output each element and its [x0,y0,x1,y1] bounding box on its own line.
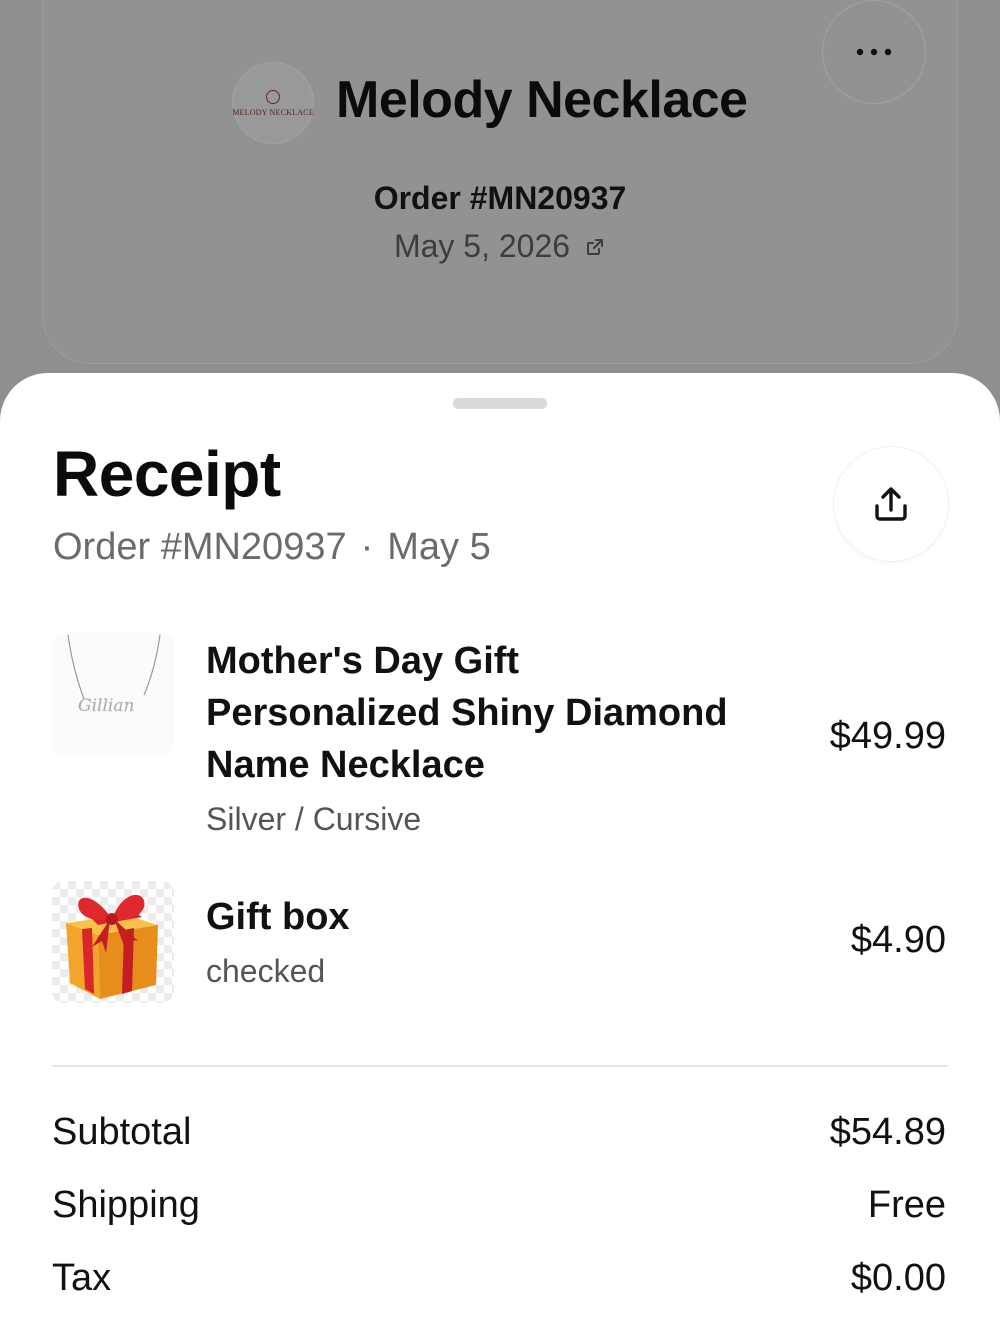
more-options-button[interactable] [822,0,926,104]
receipt-title: Receipt [53,438,281,510]
engraving-text: Gillian [78,696,134,716]
order-date-link[interactable]: May 5, 2026 [0,228,1000,265]
sheet-grabber[interactable] [453,398,547,409]
item-name: Mother's Day Gift Personalized Shiny Dia… [206,635,766,791]
receipt-date: May 5 [387,526,491,568]
tax-row: Tax $0.00 [52,1257,946,1300]
line-item[interactable]: Gillian Mother's Day Gift Personalized S… [0,633,1000,837]
shipping-value: Free [867,1184,946,1226]
store-logo: MELODY NECKLACE [232,62,314,144]
share-button[interactable] [834,447,948,561]
necklace-thumbnail: Gillian [52,633,174,755]
store-name: Melody Necklace [336,71,748,129]
item-name-line: Personalized Shiny Diamond [206,692,728,734]
item-price: $4.90 [850,919,946,961]
subtotal-row: Subtotal $54.89 [52,1111,946,1154]
more-horizontal-icon [856,48,892,56]
order-date: May 5, 2026 [393,228,571,264]
order-number: Order #MN20937 [373,180,627,216]
item-name-line: Name Necklace [206,744,485,786]
receipt-sheet: Receipt Order #MN20937 · May 5 Gillian Mot… [0,373,1000,1333]
shipping-row: Shipping Free [52,1184,946,1227]
separator-dot: · [360,526,374,568]
item-name: Gift box [206,896,350,938]
item-variant: checked [206,953,326,989]
shipping-label: Shipping [52,1184,200,1226]
logo-text: MELODY NECKLACE [232,107,314,117]
receipt-subtitle: Order #MN20937 · May 5 [53,526,491,569]
item-name-line: Mother's Day Gift [206,640,520,682]
summary-divider [52,1065,948,1067]
external-link-icon [587,238,604,255]
tax-value: $0.00 [850,1257,946,1299]
item-price: $49.99 [829,715,946,757]
gift-box-thumbnail [52,881,174,1003]
receipt-order-ref: Order #MN20937 [53,526,347,568]
share-icon [875,487,907,521]
item-variant: Silver / Cursive [206,801,422,837]
subtotal-value: $54.89 [829,1111,946,1153]
subtotal-label: Subtotal [52,1111,192,1153]
logo-mark [266,89,280,104]
line-item[interactable]: Gift box checked $4.90 [0,881,1000,1005]
tax-label: Tax [52,1257,112,1299]
